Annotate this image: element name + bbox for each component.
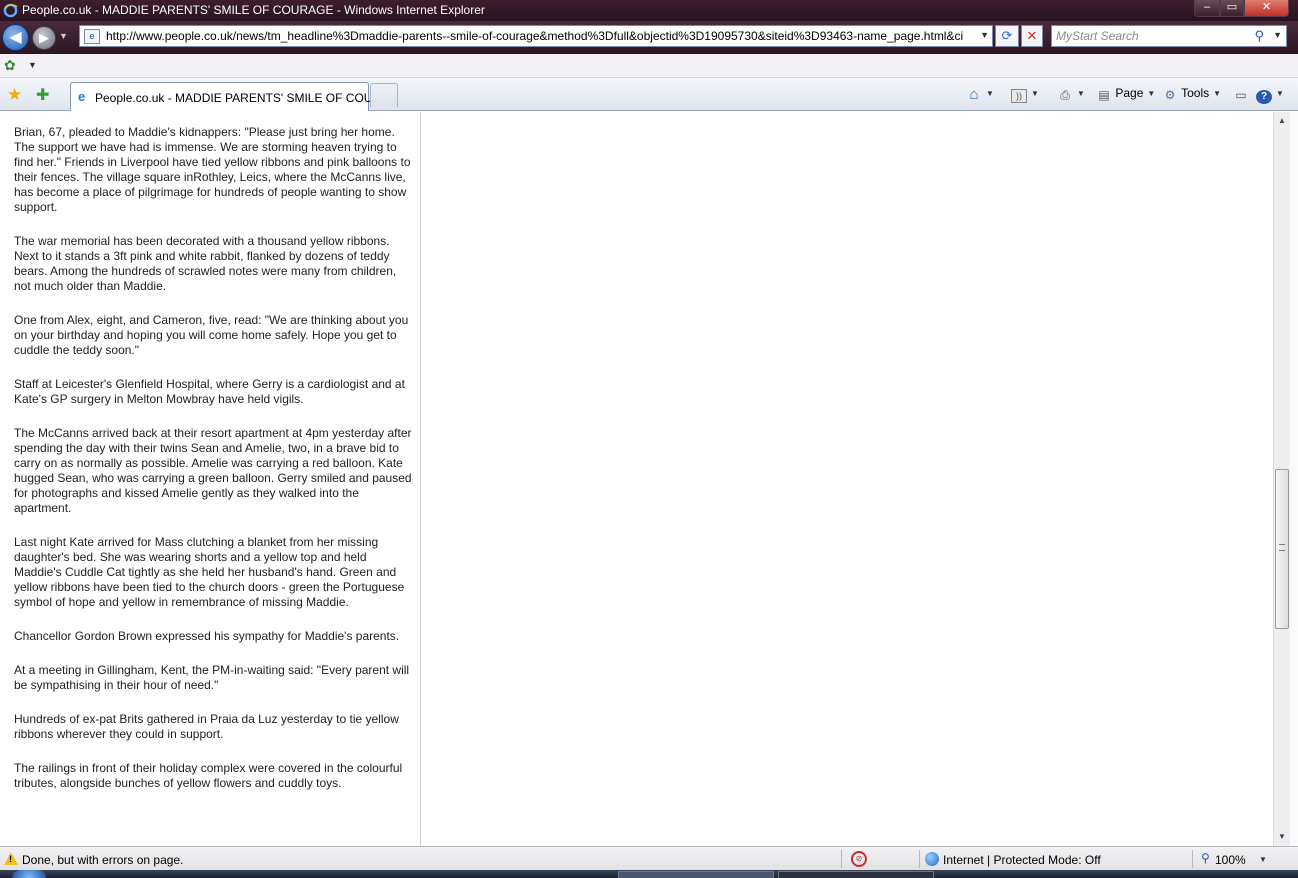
window-title: People.co.uk - MADDIE PARENTS' SMILE OF … (22, 3, 485, 17)
status-divider (919, 850, 920, 868)
title-bar: People.co.uk - MADDIE PARENTS' SMILE OF … (0, 0, 1298, 21)
feeds-button[interactable]: )) ▼ (1011, 86, 1039, 104)
recent-pages-dropdown[interactable]: ▼ (59, 31, 73, 43)
internet-zone-icon[interactable] (925, 852, 939, 866)
search-options-icon[interactable]: ▼ (1273, 30, 1282, 40)
home-button[interactable]: ⌂ ▼ (966, 86, 993, 104)
page-menu-icon: ▤ (1098, 88, 1110, 102)
tools-menu-label: Tools (1181, 86, 1210, 100)
article-paragraph: The railings in front of their holiday c… (14, 761, 403, 790)
url-text[interactable]: http://www.people.co.uk/news/tm_headline… (106, 29, 976, 43)
page-menu-button[interactable]: ▤ Page ▼ (1096, 86, 1155, 104)
search-input[interactable] (1056, 29, 1246, 43)
article-paragraph: At a meeting in Gillingham, Kent, the PM… (14, 663, 410, 692)
status-divider (1192, 850, 1193, 868)
scroll-thumb[interactable] (1275, 469, 1289, 630)
address-field[interactable]: e http://www.people.co.uk/news/tm_headli… (79, 25, 993, 47)
ie-page-icon: e (78, 89, 86, 104)
taskbar (0, 870, 1298, 878)
article-paragraph: Staff at Leicester's Glenfield Hospital,… (14, 377, 405, 406)
new-tab-button[interactable] (370, 83, 398, 107)
help-icon: ? (1256, 90, 1272, 104)
stop-button[interactable]: ✕ (1021, 25, 1043, 47)
print-button[interactable]: ⎙ ▼ (1057, 86, 1085, 104)
chevron-down-icon[interactable]: ▼ (1259, 855, 1267, 864)
research-icon: ▭ (1235, 88, 1247, 102)
status-bar: ! Done, but with errors on page. ⊘ Inter… (0, 846, 1298, 870)
zoom-icon[interactable]: ⚲ (1201, 851, 1210, 865)
address-toolbar: ◀ ▶ ▼ e http://www.people.co.uk/news/tm_… (0, 21, 1298, 54)
refresh-icon: ⟳ (1001, 28, 1013, 43)
links-bar: ✿ ▼ (0, 54, 1298, 78)
security-zone-text[interactable]: Internet | Protected Mode: Off (943, 853, 1101, 867)
vertical-scrollbar[interactable]: ▲ ▼ (1273, 112, 1290, 846)
article-paragraph: The McCanns arrived back at their resort… (14, 426, 412, 515)
page-icon: e (84, 29, 100, 44)
status-text[interactable]: Done, but with errors on page. (22, 853, 183, 867)
home-icon: ⌂ (969, 86, 979, 103)
toolbar-addon-icon[interactable]: ✿ (4, 57, 20, 73)
research-button[interactable]: ▭ (1233, 86, 1249, 104)
search-box[interactable]: ⚲ ▼ (1051, 25, 1287, 47)
refresh-button[interactable]: ⟳ (995, 25, 1019, 47)
page-menu-label: Page (1115, 86, 1144, 100)
taskbar-item[interactable] (618, 871, 774, 878)
page-content: Brian, 67, pleaded to Maddie's kidnapper… (0, 112, 1273, 846)
article-paragraph: Last night Kate arrived for Mass clutchi… (14, 535, 405, 609)
article-paragraph: Chancellor Gordon Brown expressed his sy… (14, 629, 400, 643)
zoom-level[interactable]: 100% (1215, 853, 1246, 867)
tools-menu-button[interactable]: ⚙ Tools ▼ (1162, 86, 1221, 104)
forward-button[interactable]: ▶ (32, 26, 56, 50)
grip-icon (1279, 544, 1285, 552)
chevron-down-icon[interactable]: ▼ (28, 60, 37, 70)
article-paragraph: Hundreds of ex-pat Brits gathered in Pra… (14, 712, 399, 741)
favorites-star-icon[interactable]: ★ (7, 85, 22, 105)
scroll-up-button[interactable]: ▲ (1274, 114, 1290, 128)
start-orb-icon[interactable] (12, 870, 46, 878)
tab-bar: ★ ✚ e People.co.uk - MADDIE PARENTS' SMI… (0, 78, 1298, 111)
taskbar-item[interactable] (778, 871, 934, 878)
window-edge (1290, 112, 1298, 846)
article-paragraph: Brian, 67, pleaded to Maddie's kidnapper… (14, 125, 411, 214)
popup-blocker-icon[interactable]: ⊘ (851, 851, 867, 867)
feeds-icon: )) (1011, 89, 1027, 103)
close-button[interactable]: ✕ (1244, 0, 1289, 17)
add-favorites-icon[interactable]: ✚ (36, 85, 49, 105)
scroll-down-button[interactable]: ▼ (1274, 830, 1290, 844)
tools-gear-icon: ⚙ (1164, 88, 1176, 102)
article-paragraph: The war memorial has been decorated with… (14, 234, 397, 293)
forward-arrow-icon: ▶ (39, 30, 49, 45)
chevron-down-icon[interactable]: ▼ (980, 30, 989, 40)
back-arrow-icon: ◀ (9, 29, 22, 46)
help-button[interactable]: ? ▼ (1256, 86, 1284, 104)
search-icon[interactable]: ⚲ (1254, 28, 1264, 44)
article-body: Brian, 67, pleaded to Maddie's kidnapper… (0, 112, 421, 846)
status-divider (841, 850, 842, 868)
print-icon: ⎙ (1060, 88, 1070, 102)
tab-label: People.co.uk - MADDIE PARENTS' SMILE OF … (95, 91, 383, 105)
warning-icon[interactable]: ! (4, 852, 18, 865)
minimize-button[interactable]: – (1194, 0, 1220, 17)
ie-logo-icon (3, 3, 18, 18)
tab-people-co-uk[interactable]: e People.co.uk - MADDIE PARENTS' SMILE O… (70, 82, 382, 111)
article-paragraph: One from Alex, eight, and Cameron, five,… (14, 313, 409, 357)
stop-icon: ✕ (1026, 28, 1038, 43)
back-button[interactable]: ◀ (2, 24, 29, 51)
maximize-button[interactable]: ▭ (1220, 0, 1244, 17)
